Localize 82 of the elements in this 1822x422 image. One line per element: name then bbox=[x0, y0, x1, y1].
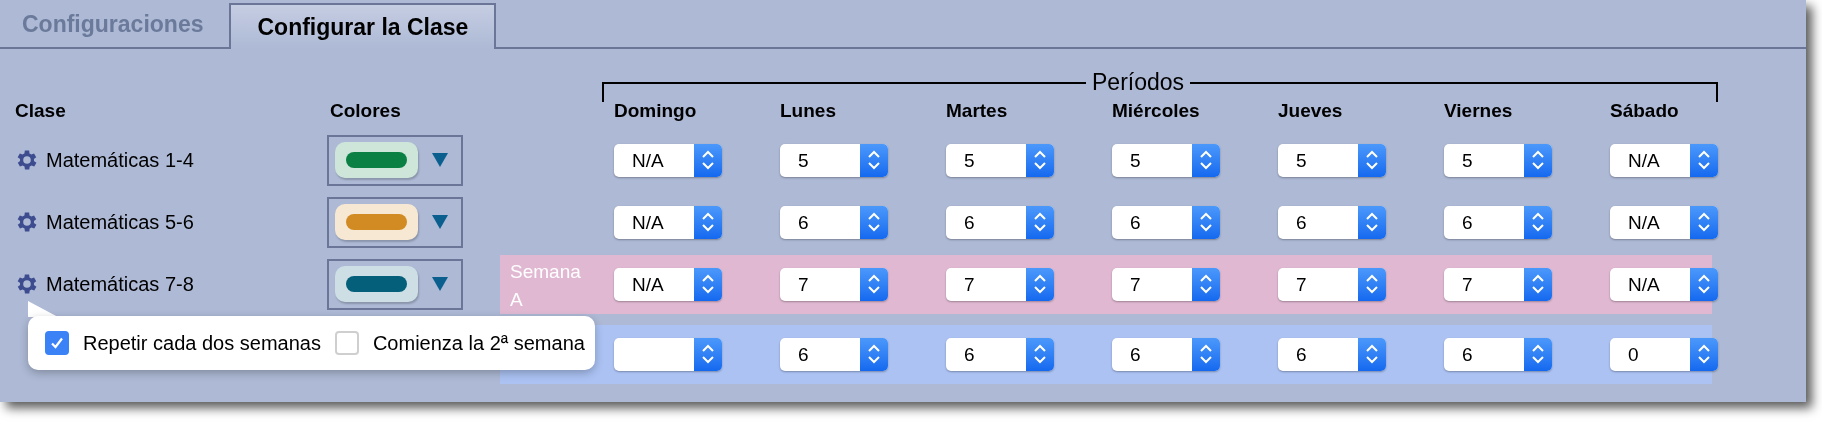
class-name: Matemáticas 1-4 bbox=[46, 148, 194, 173]
chevron-icon bbox=[701, 273, 715, 295]
chevron-icon bbox=[1199, 273, 1213, 295]
period-select[interactable]: N/A bbox=[1610, 267, 1718, 301]
period-select[interactable]: 6 bbox=[1278, 205, 1386, 239]
week-label: A bbox=[510, 287, 524, 312]
chevron-icon bbox=[1033, 343, 1047, 365]
chevron-icon bbox=[1365, 343, 1379, 365]
period-select[interactable]: 0 bbox=[1610, 337, 1718, 371]
chevron-icon bbox=[1697, 149, 1711, 171]
class-name: Matemáticas 5-6 bbox=[46, 210, 194, 235]
column-header: Clase bbox=[15, 99, 66, 121]
period-select[interactable]: N/A bbox=[614, 143, 722, 177]
period-select[interactable]: 6 bbox=[1278, 337, 1386, 371]
chevron-icon bbox=[1033, 149, 1047, 171]
period-select[interactable]: 7 bbox=[946, 267, 1054, 301]
chevron-icon bbox=[701, 211, 715, 233]
chevron-icon bbox=[1365, 211, 1379, 233]
chevron-icon bbox=[1531, 343, 1545, 365]
column-header: Sábado bbox=[1610, 99, 1679, 121]
period-select[interactable]: 6 bbox=[1112, 337, 1220, 371]
period-select[interactable]: 6 bbox=[1444, 205, 1552, 239]
checkbox-label: Comienza la 2ª semana bbox=[372, 331, 585, 356]
column-header: Colores bbox=[330, 99, 401, 121]
column-header: Martes bbox=[946, 99, 1008, 121]
chevron-icon bbox=[1697, 343, 1711, 365]
class-name: Matemáticas 7-8 bbox=[46, 272, 194, 297]
period-select[interactable]: N/A bbox=[1610, 143, 1718, 177]
column-header: Domingo bbox=[614, 99, 697, 121]
chevron-icon bbox=[1531, 273, 1545, 295]
chevron-icon bbox=[701, 343, 715, 365]
period-select[interactable]: 5 bbox=[1112, 143, 1220, 177]
tab[interactable]: Configurar la Clase bbox=[229, 3, 497, 49]
period-select[interactable]: 5 bbox=[946, 143, 1054, 177]
color-dropdown[interactable] bbox=[327, 134, 463, 186]
period-select[interactable]: 7 bbox=[1278, 267, 1386, 301]
week-label: Semana bbox=[510, 259, 582, 284]
chevron-icon bbox=[1199, 149, 1213, 171]
period-select[interactable]: 6 bbox=[780, 337, 888, 371]
chevron-icon bbox=[1697, 273, 1711, 295]
checkbox[interactable] bbox=[45, 331, 69, 355]
chevron-icon bbox=[867, 273, 881, 295]
period-select[interactable]: 6 bbox=[1444, 337, 1552, 371]
period-select[interactable]: 5 bbox=[1278, 143, 1386, 177]
period-select[interactable]: N/A bbox=[614, 267, 722, 301]
period-select[interactable]: 7 bbox=[1112, 267, 1220, 301]
checkmark-icon bbox=[49, 335, 65, 351]
chevron-icon bbox=[1033, 211, 1047, 233]
chevron-icon bbox=[867, 343, 881, 365]
column-header: Viernes bbox=[1444, 99, 1513, 121]
checkbox-label: Repetir cada dos semanas bbox=[83, 331, 321, 356]
column-header: Lunes bbox=[780, 99, 836, 121]
period-select[interactable]: 5 bbox=[1444, 143, 1552, 177]
chevron-icon bbox=[867, 211, 881, 233]
color-dropdown[interactable] bbox=[327, 196, 463, 248]
dropdown-arrow-icon bbox=[432, 215, 448, 229]
period-select[interactable]: N/A bbox=[1610, 205, 1718, 239]
dropdown-arrow-icon bbox=[432, 153, 448, 167]
chevron-icon bbox=[1531, 149, 1545, 171]
period-select[interactable]: 7 bbox=[780, 267, 888, 301]
chevron-icon bbox=[701, 149, 715, 171]
chevron-icon bbox=[1365, 149, 1379, 171]
dropdown-arrow-icon bbox=[432, 277, 448, 291]
period-select[interactable]: 6 bbox=[946, 337, 1054, 371]
chevron-icon bbox=[867, 149, 881, 171]
period-select[interactable]: 6 bbox=[946, 205, 1054, 239]
period-select[interactable] bbox=[614, 337, 722, 371]
period-select[interactable]: 6 bbox=[1112, 205, 1220, 239]
checkbox[interactable] bbox=[334, 331, 359, 355]
chevron-icon bbox=[1033, 273, 1047, 295]
period-select[interactable]: 6 bbox=[780, 205, 888, 239]
chevron-icon bbox=[1697, 211, 1711, 233]
column-header: Jueves bbox=[1278, 99, 1343, 121]
period-select[interactable]: 5 bbox=[780, 143, 888, 177]
chevron-icon bbox=[1531, 211, 1545, 233]
period-select[interactable]: 7 bbox=[1444, 267, 1552, 301]
color-dropdown[interactable] bbox=[327, 258, 463, 310]
chevron-icon bbox=[1199, 343, 1213, 365]
period-select[interactable]: N/A bbox=[614, 205, 722, 239]
column-header: Miércoles bbox=[1112, 99, 1200, 121]
chevron-icon bbox=[1365, 273, 1379, 295]
chevron-icon bbox=[1199, 211, 1213, 233]
